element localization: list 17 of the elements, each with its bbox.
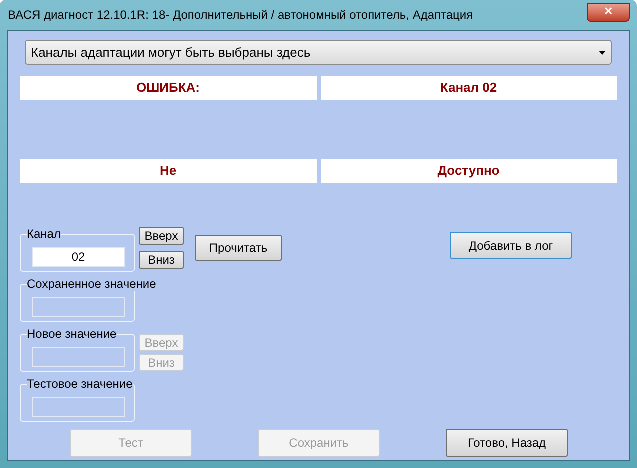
window-title: ВАСЯ диагност 12.10.1R: 18- Дополнительный / автономный отопитель, Адаптация: [8, 7, 474, 24]
button[interactable]: Вниз: [139, 251, 184, 269]
dropdown-caret-icon: [599, 50, 606, 54]
group-label: Канал: [27, 227, 61, 241]
group-label: Тестовое значение: [27, 377, 133, 391]
button[interactable]: Вверх: [139, 227, 184, 245]
button[interactable]: Добавить в лог: [450, 232, 572, 259]
group-label: Сохраненное значение: [27, 277, 156, 291]
group-label: Новое значение: [27, 327, 117, 341]
status-field: Не: [20, 159, 316, 183]
button[interactable]: Готово, Назад: [446, 429, 568, 457]
status-field: ОШИБКА:: [20, 76, 316, 100]
channel-dropdown[interactable]: Каналы адаптации могут быть выбраны здесь: [25, 40, 612, 65]
status-field: Канал 02: [320, 76, 617, 100]
button[interactable]: Прочитать: [195, 235, 282, 261]
status-field: Доступно: [320, 159, 617, 183]
input-field[interactable]: 02: [32, 247, 125, 267]
